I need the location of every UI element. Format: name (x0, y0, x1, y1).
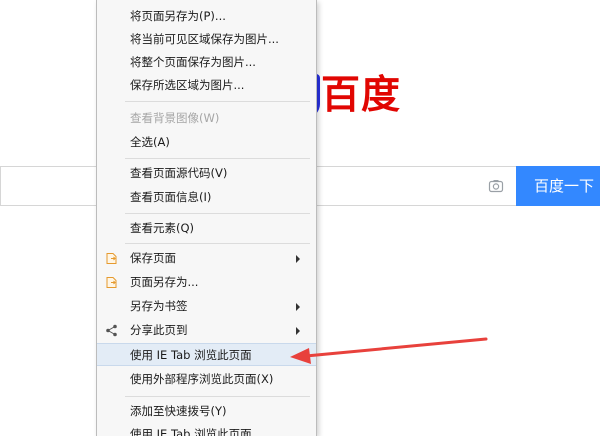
menu-separator (125, 396, 310, 397)
share-icon (106, 324, 117, 337)
menu-item-label: 分享此页到 (130, 323, 188, 337)
menu-item-page-save-as[interactable]: 页面另存为... (97, 271, 316, 294)
menu-item-save-as-bookmark[interactable]: 另存为书签 (97, 295, 316, 318)
menu-item-label: 查看页面信息(I) (130, 190, 212, 204)
context-menu: 将页面另存为(P)... 将当前可见区域保存为图片... 将整个页面保存为图片.… (96, 0, 317, 436)
menu-separator (125, 213, 310, 214)
menu-separator (125, 101, 310, 102)
baidu-logo-text: 百度 (321, 73, 402, 118)
menu-item-label: 使用 IE Tab 浏览此页面 (130, 348, 252, 362)
menu-item-label: 将当前可见区域保存为图片... (130, 32, 279, 46)
menu-item-label: 使用 IE Tab 浏览此页面 (130, 427, 252, 436)
menu-item-view-background-image: 查看背景图像(W) (97, 107, 316, 130)
menu-separator (125, 158, 310, 159)
submenu-arrow-icon (296, 255, 300, 263)
menu-item-save-visible-area-image[interactable]: 将当前可见区域保存为图片... (97, 28, 316, 51)
menu-item-label: 全选(A) (130, 135, 170, 149)
page-save-as-icon (106, 277, 117, 288)
menu-item-label: 保存所选区域为图片... (130, 78, 245, 92)
menu-item-save-selected-area-image[interactable]: 保存所选区域为图片... (97, 74, 316, 97)
menu-item-label: 查看页面源代码(V) (130, 166, 228, 180)
menu-item-label: 查看元素(Q) (130, 221, 195, 235)
submenu-arrow-icon (296, 327, 300, 335)
menu-item-label: 添加至快速拨号(Y) (130, 404, 227, 418)
save-page-icon (106, 253, 117, 264)
menu-item-view-page-source[interactable]: 查看页面源代码(V) (97, 162, 316, 185)
menu-item-label: 查看背景图像(W) (130, 111, 220, 125)
baidu-search-button[interactable]: 百度一下 (516, 166, 600, 206)
menu-item-select-all[interactable]: 全选(A) (97, 131, 316, 154)
menu-item-open-in-ie-tab-2[interactable]: 使用 IE Tab 浏览此页面 (97, 423, 316, 436)
menu-item-label: 将整个页面保存为图片... (130, 55, 256, 69)
menu-item-open-with-external-program[interactable]: 使用外部程序浏览此页面(X) (97, 368, 316, 391)
menu-item-inspect-element[interactable]: 查看元素(Q) (97, 217, 316, 240)
submenu-arrow-icon (296, 303, 300, 311)
menu-item-add-to-speed-dial[interactable]: 添加至快速拨号(Y) (97, 400, 316, 423)
menu-item-label: 将页面另存为(P)... (130, 9, 226, 23)
menu-item-label: 页面另存为... (130, 275, 199, 289)
menu-item-label: 另存为书签 (130, 299, 188, 313)
menu-separator (125, 243, 310, 244)
camera-icon[interactable] (488, 178, 504, 194)
menu-item-label: 使用外部程序浏览此页面(X) (130, 372, 274, 386)
menu-item-save-full-page-image[interactable]: 将整个页面保存为图片... (97, 51, 316, 74)
menu-item-share-page[interactable]: 分享此页到 (97, 319, 316, 342)
menu-item-open-in-ie-tab[interactable]: 使用 IE Tab 浏览此页面 (97, 343, 316, 366)
menu-item-save-page[interactable]: 保存页面 (97, 247, 316, 270)
menu-item-save-page-as[interactable]: 将页面另存为(P)... (97, 5, 316, 28)
menu-item-label: 保存页面 (130, 251, 176, 265)
menu-item-view-page-info[interactable]: 查看页面信息(I) (97, 186, 316, 209)
